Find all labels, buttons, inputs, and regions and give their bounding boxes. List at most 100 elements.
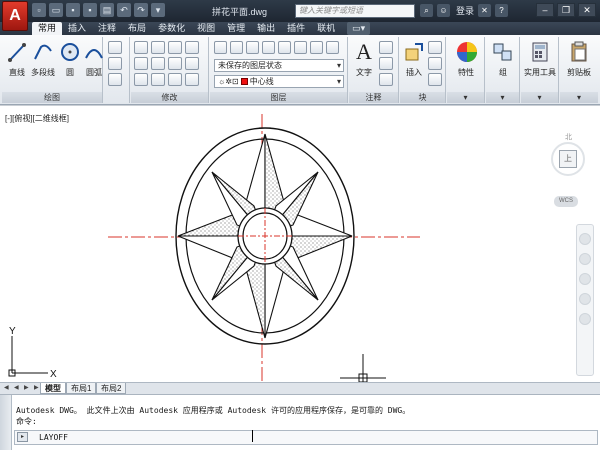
properties-expand[interactable]: ▾ [447, 92, 484, 103]
pan-icon[interactable] [579, 253, 591, 265]
utilities-expand[interactable]: ▾ [521, 92, 558, 103]
fillet-icon[interactable] [168, 57, 182, 70]
layer-match-icon[interactable] [294, 41, 307, 54]
tab-4[interactable]: 参数化 [152, 22, 191, 35]
help-icon[interactable]: ? [495, 4, 509, 17]
create-block-icon[interactable] [428, 41, 442, 54]
search-icon[interactable]: ⌕ [420, 4, 433, 17]
array-icon[interactable] [168, 73, 182, 86]
command-input[interactable]: LAYOFF [14, 430, 598, 445]
panel-clipboard[interactable]: 剪贴板 ▾ [560, 37, 598, 103]
title-tools: ⌕ ☺ 登录 ✕ ? [420, 4, 509, 17]
showmotion-icon[interactable] [579, 313, 591, 325]
tool-insert[interactable]: 插入 [400, 39, 428, 78]
user-icon[interactable]: ☺ [437, 4, 450, 17]
layer-state-dropdown[interactable]: 未保存的图层状态 [214, 59, 344, 72]
search-input[interactable]: 键入关键字或短语 [295, 4, 415, 18]
mirror-icon[interactable] [151, 57, 165, 70]
ribbon: 直线 多段线 圆 圆弧 绘图 修改 未保存的图层状态 ▾ ☼✲⊡ 中心线 ▾ 图… [0, 35, 600, 105]
viewcube[interactable]: 北 上 [549, 130, 589, 190]
tab-9[interactable]: 联机 [311, 22, 341, 35]
tool-group[interactable]: 组 [489, 39, 517, 78]
plot-icon[interactable]: ▤ [100, 3, 114, 17]
tab-0[interactable]: 常用 [32, 22, 63, 35]
tool-clipboard[interactable]: 剪贴板 [562, 39, 596, 78]
redo-icon[interactable]: ↷ [134, 3, 148, 17]
layout-nav-arrows: ◀ ◀ ▶ ▶ [4, 384, 42, 393]
prev-tab-icon[interactable]: ◀ [14, 384, 22, 393]
close-button[interactable]: ✕ [578, 3, 596, 17]
clipboard-expand[interactable]: ▾ [560, 92, 598, 103]
trim-icon[interactable] [168, 41, 182, 54]
layer-on-icon[interactable] [326, 41, 339, 54]
tool-properties[interactable]: 特性 [452, 39, 480, 78]
tab-6[interactable]: 管理 [221, 22, 251, 35]
erase-icon[interactable] [185, 41, 199, 54]
layer-isolate-icon[interactable] [246, 41, 259, 54]
layer-previous-icon[interactable] [230, 41, 243, 54]
stretch-icon[interactable] [134, 73, 148, 86]
gradient-tool-icon[interactable] [108, 73, 122, 86]
login-link[interactable]: 登录 [456, 4, 474, 17]
minimize-button[interactable]: – [536, 3, 554, 17]
layer-properties-icon[interactable] [214, 41, 227, 54]
tool-utilities[interactable]: 实用工具 [521, 39, 559, 78]
rectangle-tool-icon[interactable] [108, 41, 122, 54]
first-tab-icon[interactable]: ◀ [4, 384, 12, 393]
layer-lock-icon[interactable] [278, 41, 291, 54]
panel-utilities[interactable]: 实用工具 ▾ [521, 37, 559, 103]
ribbon-minimize-toggle[interactable]: ▭▾ [347, 22, 371, 35]
new-file-icon[interactable]: ▫ [32, 3, 46, 17]
table-icon[interactable] [379, 73, 393, 86]
zoom-icon[interactable] [579, 273, 591, 285]
save-icon[interactable]: ▪ [66, 3, 80, 17]
tab-5[interactable]: 视图 [191, 22, 221, 35]
orbit-icon[interactable] [579, 293, 591, 305]
offset-icon[interactable] [185, 73, 199, 86]
viewcube-top-face[interactable]: 上 [559, 150, 577, 168]
drawing-canvas[interactable]: [-][俯视][二维线框] Y X 北 上 WCS [0, 105, 600, 383]
hatch-tool-icon[interactable] [108, 57, 122, 70]
tab-model[interactable]: 模型 [40, 383, 66, 394]
attribute-icon[interactable] [428, 73, 442, 86]
tab-2[interactable]: 注释 [92, 22, 122, 35]
leader-icon[interactable] [379, 57, 393, 70]
tab-layout1[interactable]: 布局1 [66, 383, 97, 394]
layout-tab-bar: ◀ ◀ ▶ ▶ 模型 布局1 布局2 [0, 382, 600, 394]
rotate-icon[interactable] [151, 41, 165, 54]
scale-icon[interactable] [151, 73, 165, 86]
restore-button[interactable]: ❐ [557, 3, 575, 17]
layer-off-icon[interactable] [310, 41, 323, 54]
exchange-icon[interactable]: ✕ [478, 4, 492, 17]
tab-7[interactable]: 输出 [251, 22, 281, 35]
next-tab-icon[interactable]: ▶ [24, 384, 32, 393]
tool-text[interactable]: A 文字 [350, 39, 378, 78]
steering-wheel-icon[interactable] [579, 233, 591, 245]
wcs-menu[interactable]: WCS [554, 196, 578, 207]
tab-1[interactable]: 插入 [62, 22, 92, 35]
qat-dropdown-icon[interactable]: ▾ [151, 3, 165, 17]
application-menu-button[interactable]: A [2, 1, 28, 31]
tool-line[interactable]: 直线 [3, 39, 31, 78]
panel-properties[interactable]: 特性 ▾ [447, 37, 485, 103]
current-layer-dropdown[interactable]: ☼✲⊡ 中心线 [214, 75, 344, 88]
dimension-icon[interactable] [379, 41, 393, 54]
move-icon[interactable] [134, 41, 148, 54]
command-prompt-icon[interactable]: ▸ [17, 432, 28, 442]
tab-layout2[interactable]: 布局2 [96, 383, 127, 394]
explode-icon[interactable] [185, 57, 199, 70]
panel-block: 插入 块 [400, 37, 446, 103]
edit-block-icon[interactable] [428, 57, 442, 70]
tab-8[interactable]: 插件 [281, 22, 311, 35]
layer-freeze-icon[interactable] [262, 41, 275, 54]
groups-expand[interactable]: ▾ [486, 92, 519, 103]
ribbon-tab-row: 常用 插入 注释 布局 参数化 视图 管理 输出 插件 联机 ▭▾ [0, 22, 600, 35]
open-file-icon[interactable]: ▭ [49, 3, 63, 17]
command-window-grip[interactable] [0, 395, 12, 450]
tab-3[interactable]: 布局 [122, 22, 152, 35]
save-as-icon[interactable]: ▪ [83, 3, 97, 17]
undo-icon[interactable]: ↶ [117, 3, 131, 17]
tool-polyline[interactable]: 多段线 [28, 39, 58, 78]
panel-groups[interactable]: 组 ▾ [486, 37, 520, 103]
copy-icon[interactable] [134, 57, 148, 70]
